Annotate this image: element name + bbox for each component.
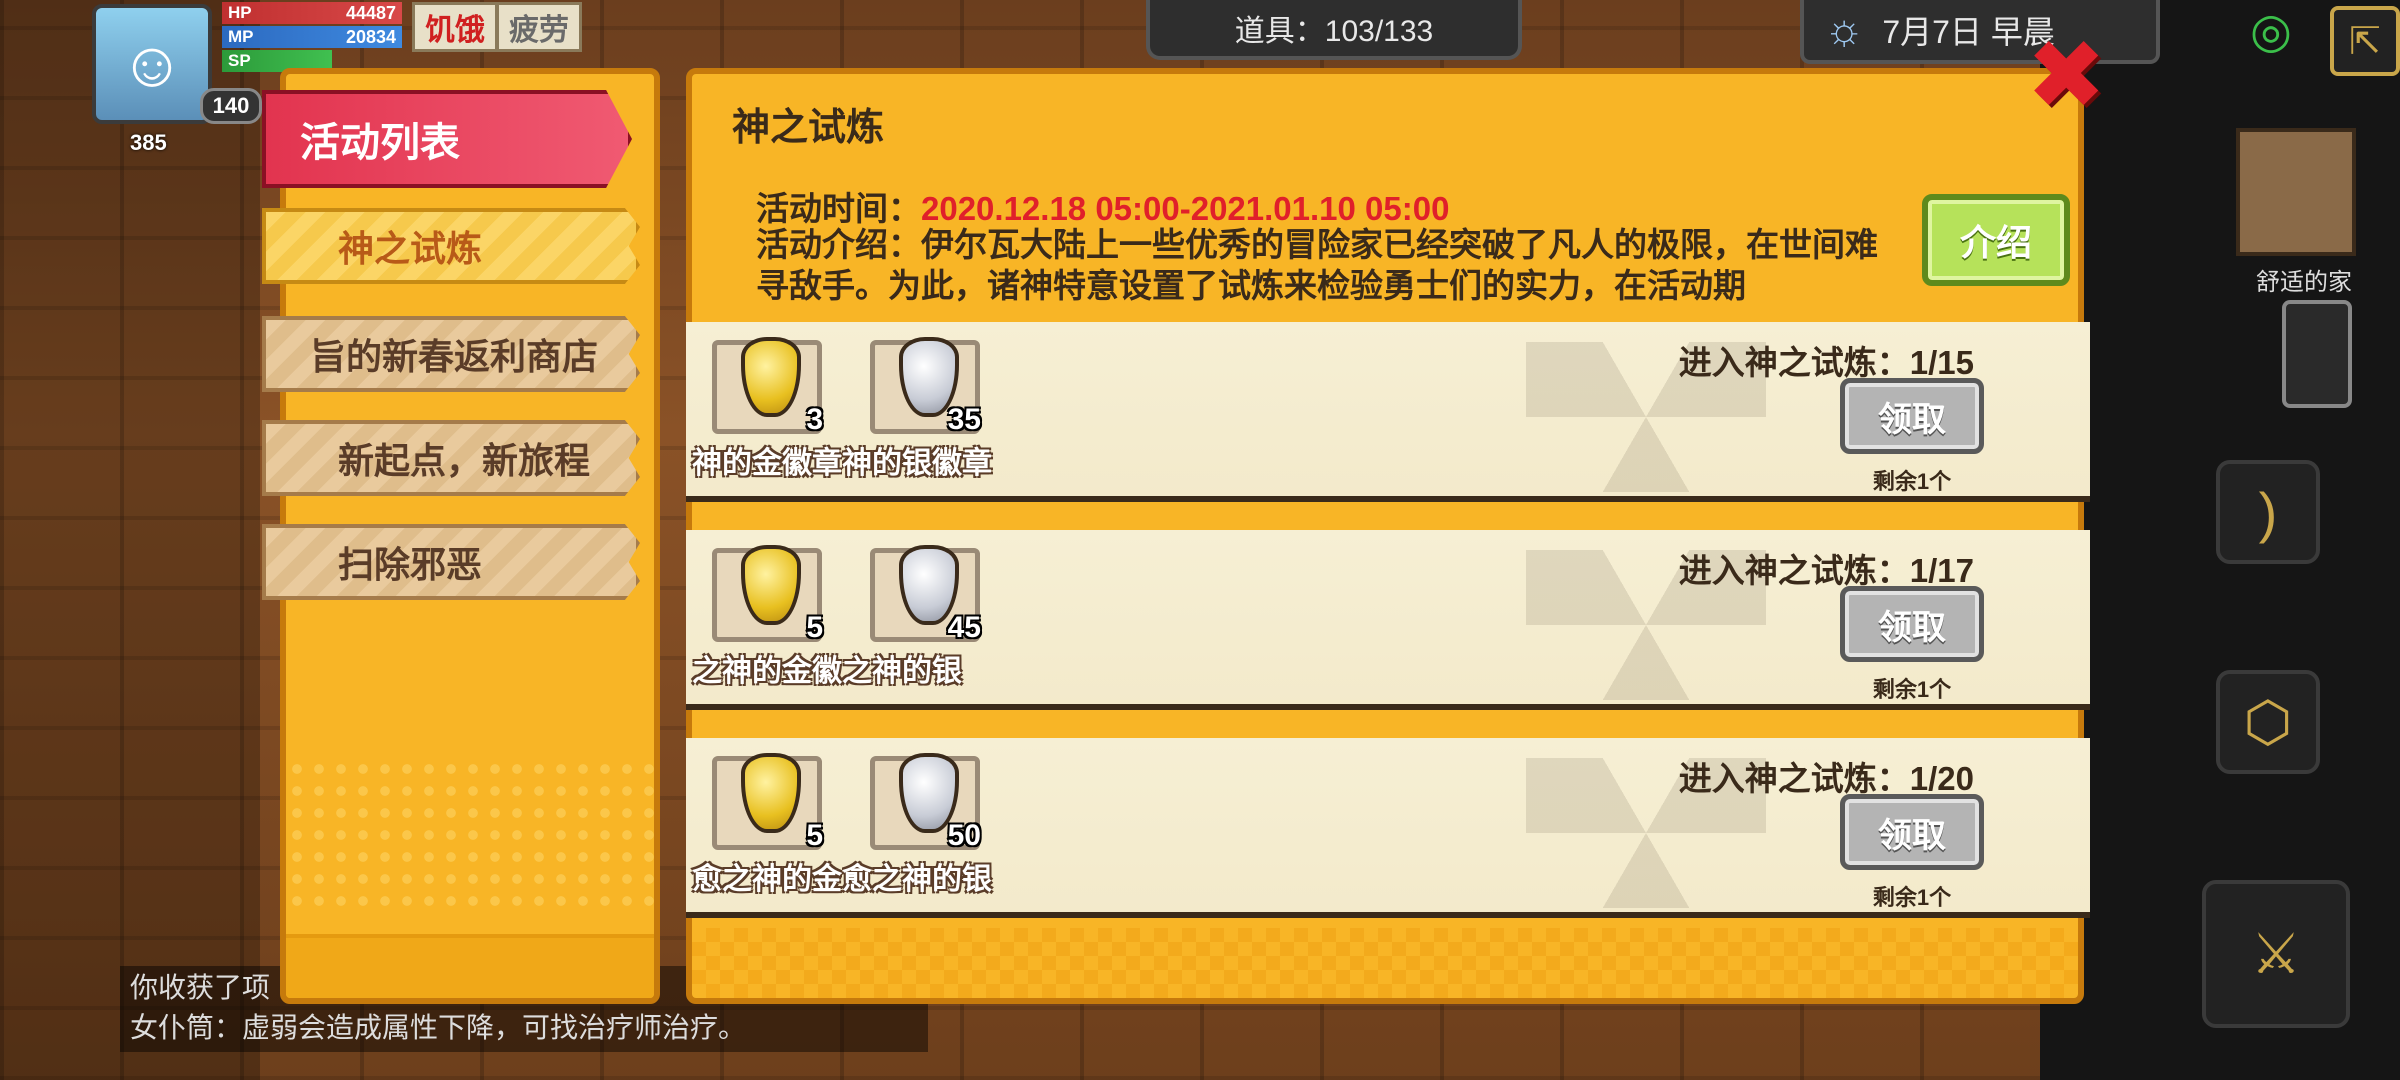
row-progress: 进入神之试炼：1/17 xyxy=(1678,552,1974,589)
phone-icon[interactable] xyxy=(2282,300,2352,408)
gold-badge-icon xyxy=(741,753,801,833)
reward-qty: 5 xyxy=(806,611,823,644)
close-icon[interactable]: ✖ xyxy=(2026,28,2106,124)
remaining-count: 剩余1个 xyxy=(1872,469,1952,494)
currency-badge: 385 xyxy=(130,130,167,155)
reward-slot[interactable]: 45 xyxy=(870,545,981,644)
reward-slot[interactable]: 5 xyxy=(712,545,823,644)
sun-icon: ☼ xyxy=(1824,5,1865,54)
activity-list-header: 活动列表 xyxy=(262,90,632,188)
tab-trial-of-gods[interactable]: 神之试炼 xyxy=(262,208,640,284)
status-hungry-tag[interactable]: 饥饿 xyxy=(412,2,498,52)
inventory-counter[interactable]: 道具：103/133 xyxy=(1146,0,1522,60)
event-time-label: 活动时间： xyxy=(756,190,921,227)
claim-button[interactable]: 领取 xyxy=(1840,586,1984,662)
tab-new-start[interactable]: 新起点，新旅程 xyxy=(262,420,640,496)
bow-weapon-icon[interactable]: ) xyxy=(2216,460,2320,564)
event-title: 神之试炼 xyxy=(732,107,885,149)
reward-qty: 45 xyxy=(947,611,981,644)
player-avatar[interactable]: ☺ xyxy=(92,4,212,124)
reward-slot[interactable]: 5 xyxy=(712,753,823,852)
sp-label: SP xyxy=(228,51,251,70)
world-shadow xyxy=(0,0,260,1080)
hp-value: 44487 xyxy=(345,2,396,23)
home-map-icon[interactable] xyxy=(2236,128,2356,256)
gold-badge-icon xyxy=(741,545,801,625)
reward-name: 之神的银 xyxy=(842,655,962,688)
hp-bar: HP 44487 xyxy=(222,2,402,24)
tab-new-year-shop[interactable]: 旨的新春返利商店 xyxy=(262,316,640,392)
remaining-count: 剩余1个 xyxy=(1872,677,1952,702)
gold-badge-icon xyxy=(741,337,801,417)
panel-floor xyxy=(286,934,654,998)
panel-pattern xyxy=(692,928,2078,998)
remaining-count: 剩余1个 xyxy=(1872,885,1952,910)
reward-qty: 3 xyxy=(806,403,823,436)
row-progress: 进入神之试炼：1/20 xyxy=(1678,760,1974,797)
reward-qty: 50 xyxy=(947,819,981,852)
event-time: 活动时间：2020.12.18 05:00-2021.01.10 05:00 xyxy=(756,182,1449,230)
reward-name: 愈之神的金 xyxy=(692,863,842,896)
mp-bar: MP 20834 xyxy=(222,26,402,48)
event-time-value: 2020.12.18 05:00-2021.01.10 05:00 xyxy=(921,190,1450,227)
claim-button[interactable]: 领取 xyxy=(1840,378,1984,454)
claim-button[interactable]: 领取 xyxy=(1840,794,1984,870)
panel-decoration xyxy=(286,758,654,908)
mp-label: MP xyxy=(228,27,254,46)
exit-door-button[interactable]: ⇱ xyxy=(2330,6,2400,76)
reward-slot[interactable]: 35 xyxy=(870,337,981,436)
reward-qty: 5 xyxy=(806,819,823,852)
reward-name: 愈之神的银 xyxy=(842,863,992,896)
reward-row: 5 45 之神的金徽 之神的银 进入神之试炼：1/17 领取 剩余1个 xyxy=(686,530,2090,710)
reward-row: 5 50 愈之神的金 愈之神的银 进入神之试炼：1/20 领取 剩余1个 xyxy=(686,738,2090,918)
intro-button[interactable]: 介绍 xyxy=(1922,194,2070,286)
tab-purge-evil[interactable]: 扫除邪恶 xyxy=(262,524,640,600)
chat-line: 女仆筒：虚弱会造成属性下降，可找治疗师治疗。 xyxy=(130,1012,747,1043)
hp-label: HP xyxy=(228,3,252,22)
reward-slot[interactable]: 50 xyxy=(870,753,981,852)
network-globe-icon[interactable]: ◎ xyxy=(2244,4,2298,58)
reward-row: 3 35 神的金徽章 神的银徽章 进入神之试炼：1/15 领取 剩余1个 xyxy=(686,322,2090,502)
player-level-badge: 140 xyxy=(200,88,262,124)
event-description[interactable]: 活动介绍：伊尔瓦大陆上一些优秀的冒险家已经突破了凡人的极限，在世间难寻敌手。为此… xyxy=(756,224,1906,306)
reward-name: 神的金徽章 xyxy=(692,447,842,480)
guild-shield-icon[interactable]: ⬡ xyxy=(2216,670,2320,774)
reward-qty: 35 xyxy=(947,403,981,436)
sword-attack-icon[interactable]: ⚔ xyxy=(2202,880,2350,1028)
reward-name: 神的银徽章 xyxy=(842,447,992,480)
row-progress: 进入神之试炼：1/15 xyxy=(1678,344,1974,381)
reward-slot[interactable]: 3 xyxy=(712,337,823,436)
status-tired-tag[interactable]: 疲劳 xyxy=(496,2,582,52)
reward-name: 之神的金徽 xyxy=(692,655,842,688)
home-label: 舒适的家 xyxy=(2256,269,2352,296)
mp-value: 20834 xyxy=(345,26,396,47)
